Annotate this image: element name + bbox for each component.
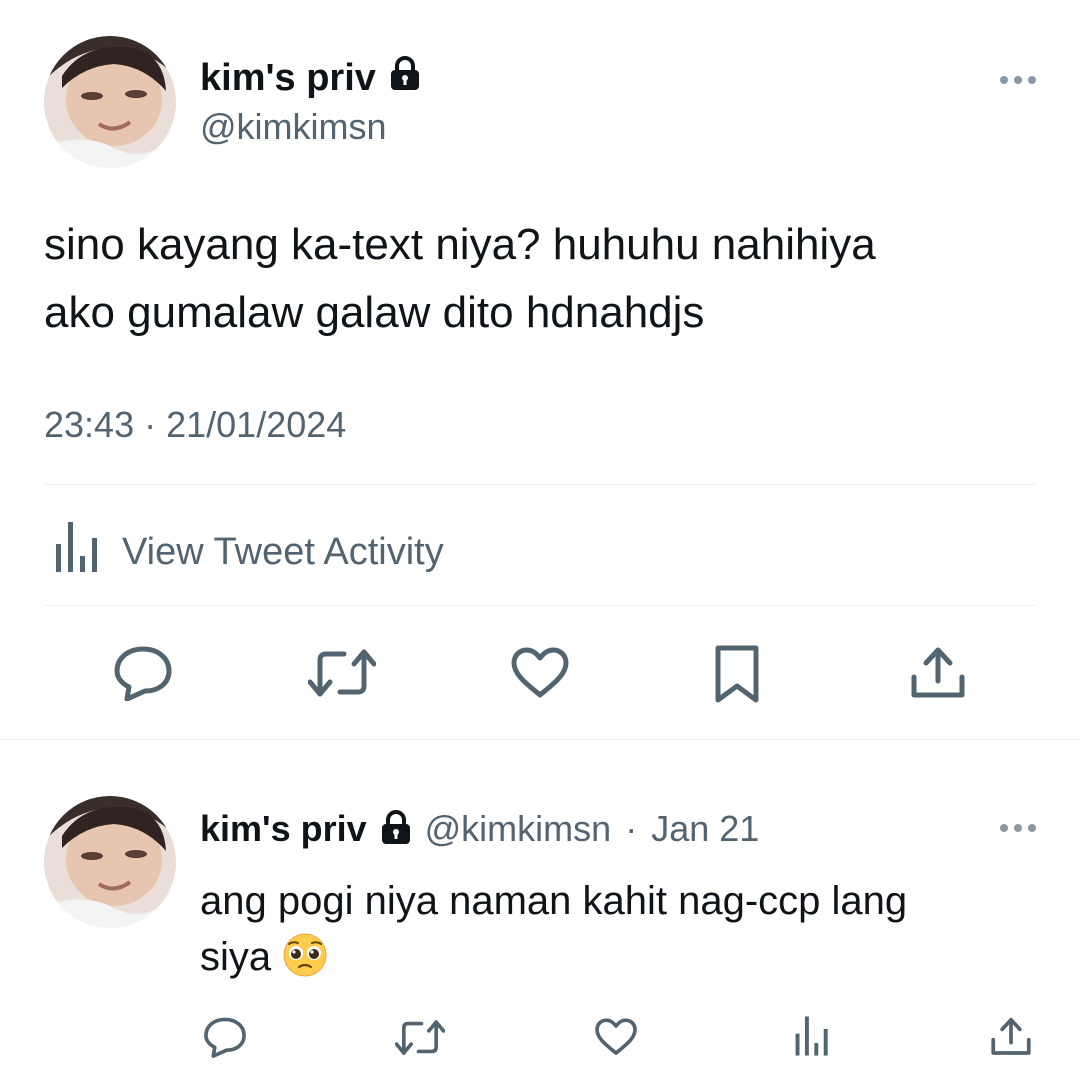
analytics-icon (54, 522, 100, 582)
bookmark-icon[interactable] (713, 644, 761, 704)
tweet-text: sino kayang ka-text niya? huhuhu nahihiy… (44, 211, 1044, 347)
more-icon[interactable] (1000, 824, 1036, 832)
separator-dot: · (144, 404, 167, 445)
avatar-photo (44, 36, 176, 168)
reply-text-line: ang pogi niya naman kahit nag-ccp lang (200, 879, 908, 923)
avatar[interactable] (44, 36, 176, 168)
reply-icon[interactable] (113, 645, 173, 701)
lock-icon (381, 809, 411, 849)
author-name-row[interactable]: kim's priv (200, 56, 420, 100)
author-handle[interactable]: @kimkimsn (200, 106, 387, 148)
reply-text-word: siya (200, 935, 272, 979)
share-icon[interactable] (910, 645, 966, 699)
retweet-icon[interactable] (308, 648, 376, 698)
avatar[interactable] (44, 796, 176, 928)
reply-header: kim's priv @kimkimsn · Jan 21 (200, 808, 759, 850)
pleading-face-emoji (282, 932, 328, 993)
tweet-text-line: ako gumalaw galaw dito hdnahdjs (44, 288, 705, 337)
lock-icon (390, 56, 420, 100)
reply-author-name[interactable]: kim's priv (200, 808, 367, 850)
separator-dot: · (625, 808, 638, 849)
heart-icon[interactable] (594, 1018, 638, 1056)
author-name[interactable]: kim's priv (200, 57, 376, 100)
timestamp[interactable]: 23:43 · 21/01/2024 (44, 404, 346, 446)
reply-author-handle[interactable]: @kimkimsn (425, 808, 612, 850)
reply-text-line: siya (200, 929, 1040, 993)
reply-date[interactable]: Jan 21 (651, 808, 759, 850)
avatar-photo (44, 796, 176, 928)
divider (0, 739, 1080, 740)
reply-text: ang pogi niya naman kahit nag-ccp lang s… (200, 873, 1040, 993)
more-icon[interactable] (1000, 76, 1036, 84)
heart-icon[interactable] (510, 647, 570, 699)
view-tweet-activity-button[interactable]: View Tweet Activity (54, 522, 444, 582)
tweet-text-line: sino kayang ka-text niya? huhuhu nahihiy… (44, 220, 876, 269)
analytics-icon[interactable] (794, 1016, 830, 1056)
view-tweet-activity-label: View Tweet Activity (122, 530, 444, 573)
reply-icon[interactable] (203, 1016, 247, 1058)
retweet-icon[interactable] (395, 1019, 445, 1056)
divider (44, 484, 1036, 485)
divider (44, 605, 1036, 606)
share-icon[interactable] (990, 1016, 1032, 1056)
tweet-time[interactable]: 23:43 (44, 404, 134, 445)
tweet-date[interactable]: 21/01/2024 (166, 404, 346, 445)
